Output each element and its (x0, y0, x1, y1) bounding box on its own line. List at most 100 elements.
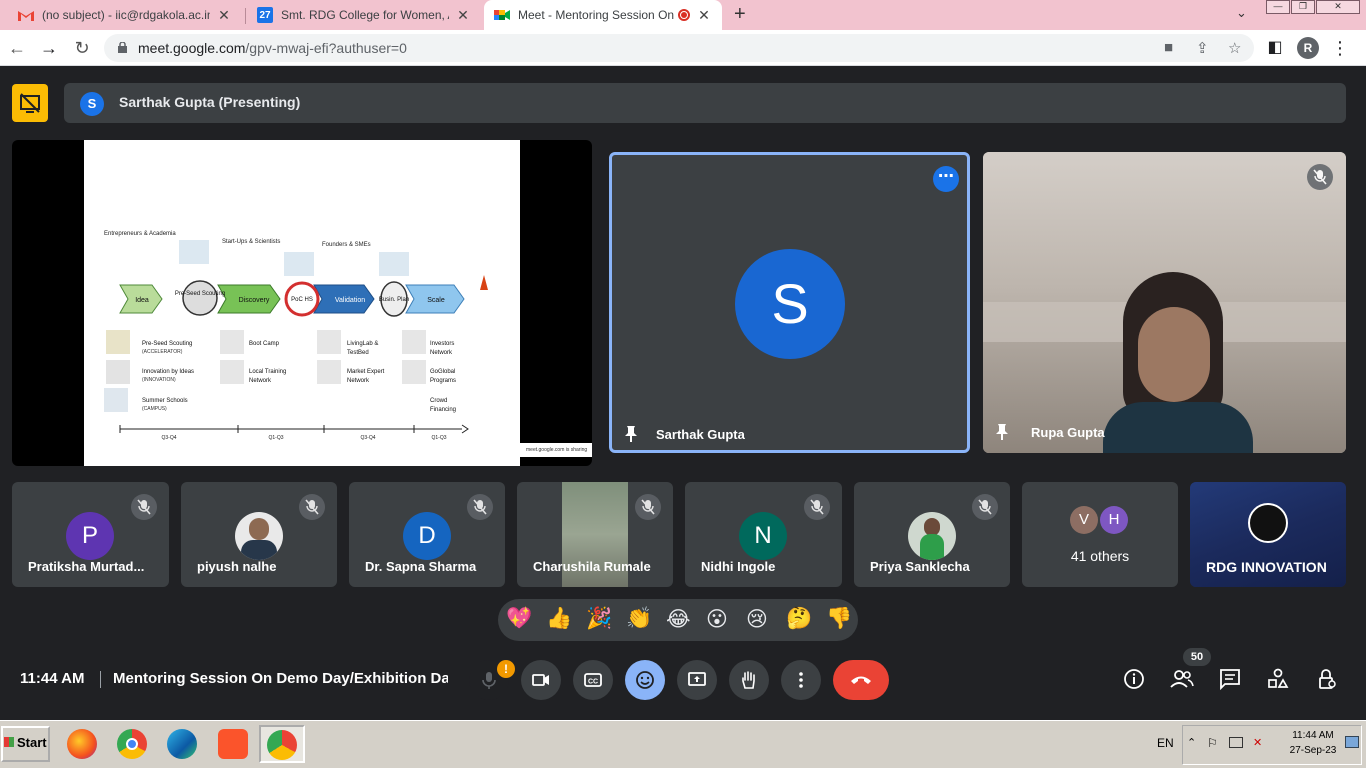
close-window-button[interactable]: ✕ (1316, 0, 1360, 14)
emoji-icon (636, 671, 654, 689)
more-options-icon[interactable]: ⋯ (933, 166, 959, 192)
reload-icon[interactable]: ↻ (71, 37, 93, 59)
slide-stage-label: Pre-Seed Scouting (175, 291, 225, 297)
reaction-party-popper[interactable]: 🎉 (586, 607, 612, 631)
activities-icon[interactable] (1267, 668, 1289, 690)
pin-icon[interactable] (624, 425, 638, 443)
chat-icon[interactable] (1219, 668, 1241, 690)
meeting-title: Mentoring Session On Demo Day/Exhibition… (113, 670, 448, 687)
participant-tile-camera[interactable]: Rupa Gupta (983, 152, 1346, 453)
network-icon[interactable] (1229, 737, 1243, 748)
edge-icon[interactable] (167, 729, 197, 759)
close-tab-icon[interactable]: ✕ (696, 7, 712, 24)
captions-button[interactable]: CC (573, 660, 613, 700)
tab-gmail[interactable]: (no subject) - iic@rdgakola.ac.in - S ✕ (8, 0, 242, 30)
url-path: /gpv-mwaj-efi?authuser=0 (245, 40, 407, 56)
stop-presenting-icon[interactable] (12, 84, 48, 122)
tray-chevron-icon[interactable]: ⌃ (1187, 736, 1196, 749)
raise-hand-button[interactable] (729, 660, 769, 700)
reactions-button[interactable] (625, 660, 665, 700)
participant-tile[interactable]: D Dr. Sapna Sharma (349, 482, 505, 587)
slide-timeline-label: Q3-Q4 (161, 435, 176, 441)
bookmark-star-icon[interactable]: ☆ (1228, 39, 1241, 57)
participant-name: Sarthak Gupta (656, 427, 745, 442)
minimize-button[interactable]: — (1266, 0, 1290, 14)
language-indicator[interactable]: EN (1157, 736, 1174, 750)
avatar: H (1100, 506, 1128, 534)
avatar: P (66, 512, 114, 560)
address-bar[interactable]: meet.google.com/gpv-mwaj-efi?authuser=0 … (104, 34, 1254, 62)
camera-permission-icon[interactable]: ■ (1164, 39, 1173, 56)
brave-icon[interactable] (218, 729, 248, 759)
participant-tile[interactable]: P Pratiksha Murtad... (12, 482, 169, 587)
participant-tile[interactable]: N Nidhi Ingole (685, 482, 842, 587)
camera-button[interactable] (521, 660, 561, 700)
slide-stage-label: Validation (335, 297, 365, 304)
restore-button[interactable]: ❐ (1291, 0, 1315, 14)
participant-tile[interactable]: Charushila Rumale (517, 482, 673, 587)
reaction-sparkling-heart[interactable]: 💖 (506, 607, 532, 631)
browser-menu-icon[interactable]: ⋮ (1329, 37, 1351, 59)
tab-strip: (no subject) - iic@rdgakola.ac.in - S ✕ … (0, 0, 1366, 30)
side-panel-icon[interactable]: ◧ (1264, 37, 1286, 59)
slide-text: Summer Schools (142, 398, 188, 404)
more-vert-icon (799, 672, 803, 688)
slide-text: GoGlobal (430, 369, 455, 375)
participant-name: Rupa Gupta (1031, 425, 1105, 440)
participant-tile[interactable]: piyush nalhe (181, 482, 337, 587)
chrome-icon[interactable] (117, 729, 147, 759)
show-desktop-icon[interactable] (1345, 736, 1359, 748)
camera-video (983, 152, 1346, 453)
presenter-name: Sarthak Gupta (Presenting) (119, 94, 301, 110)
mic-warning-badge: ! (497, 660, 515, 678)
meeting-info-icon[interactable] (1123, 668, 1145, 690)
profile-avatar[interactable]: R (1297, 37, 1319, 59)
reaction-thinking[interactable]: 🤔 (786, 607, 812, 631)
slide-timeline-label: Q1-Q3 (268, 435, 283, 441)
reaction-thumbs-up[interactable]: 👍 (546, 607, 572, 631)
chrome-active-task[interactable] (259, 725, 305, 763)
host-controls-lock-icon[interactable] (1316, 668, 1338, 690)
tab-meet[interactable]: Meet - Mentoring Session On D ✕ (484, 0, 722, 30)
reaction-crying[interactable]: 😢 (746, 607, 768, 632)
people-icon[interactable] (1170, 668, 1194, 690)
participant-name: Nidhi Ingole (701, 559, 776, 574)
others-tile[interactable]: V H 41 others (1022, 482, 1178, 587)
pin-icon[interactable] (995, 423, 1009, 441)
tab-search-icon[interactable]: ⌄ (1236, 5, 1247, 21)
microphone-icon (482, 672, 496, 689)
shared-screen-tile[interactable]: Entrepreneurs & Academia Start-Ups & Sci… (12, 140, 592, 466)
share-icon[interactable]: ⇪ (1196, 39, 1209, 57)
slide-stage-label: PoC HS (291, 297, 313, 303)
reaction-surprised[interactable]: 😮 (706, 607, 728, 632)
participant-name: RDG INNOVATION (1206, 559, 1327, 575)
volume-muted-icon[interactable]: ✕ (1253, 736, 1262, 749)
slide-top-label: Start-Ups & Scientists (222, 239, 280, 245)
tab-college[interactable]: 27 Smt. RDG College for Women, Akola ✕ (247, 0, 481, 30)
back-icon[interactable]: ← (6, 37, 28, 59)
presentation-banner[interactable]: S Sarthak Gupta (Presenting) (64, 83, 1346, 123)
camera-shutter-icon (1248, 503, 1288, 543)
new-tab-button[interactable]: + (734, 3, 746, 26)
participant-tile[interactable]: Priya Sanklecha (854, 482, 1010, 587)
slide-text: Pre-Seed Scouting (142, 341, 192, 347)
forward-icon[interactable]: → (38, 37, 60, 59)
muted-mic-icon (804, 494, 830, 520)
close-tab-icon[interactable]: ✕ (216, 7, 232, 24)
reaction-clapping[interactable]: 👏 (626, 607, 652, 631)
participant-tile[interactable]: RDG INNOVATION (1190, 482, 1346, 587)
tab-title: Meet - Mentoring Session On D (518, 8, 674, 22)
reaction-tears-of-joy[interactable]: 😂 (666, 607, 691, 632)
present-button[interactable] (677, 660, 717, 700)
url-host: meet.google.com (138, 40, 246, 56)
participant-name: Dr. Sapna Sharma (365, 559, 477, 574)
firefox-icon[interactable] (67, 729, 97, 759)
participant-tile-active-speaker[interactable]: ⋯ S Sarthak Gupta (609, 152, 970, 453)
flag-icon[interactable]: ⚐ (1207, 736, 1218, 750)
reaction-thumbs-down[interactable]: 👎 (826, 607, 852, 631)
tab-title: Smt. RDG College for Women, Akola (281, 8, 449, 22)
more-options-button[interactable] (781, 660, 821, 700)
participant-name: Pratiksha Murtad... (28, 559, 145, 574)
close-tab-icon[interactable]: ✕ (455, 7, 471, 24)
leave-call-button[interactable] (833, 660, 889, 700)
